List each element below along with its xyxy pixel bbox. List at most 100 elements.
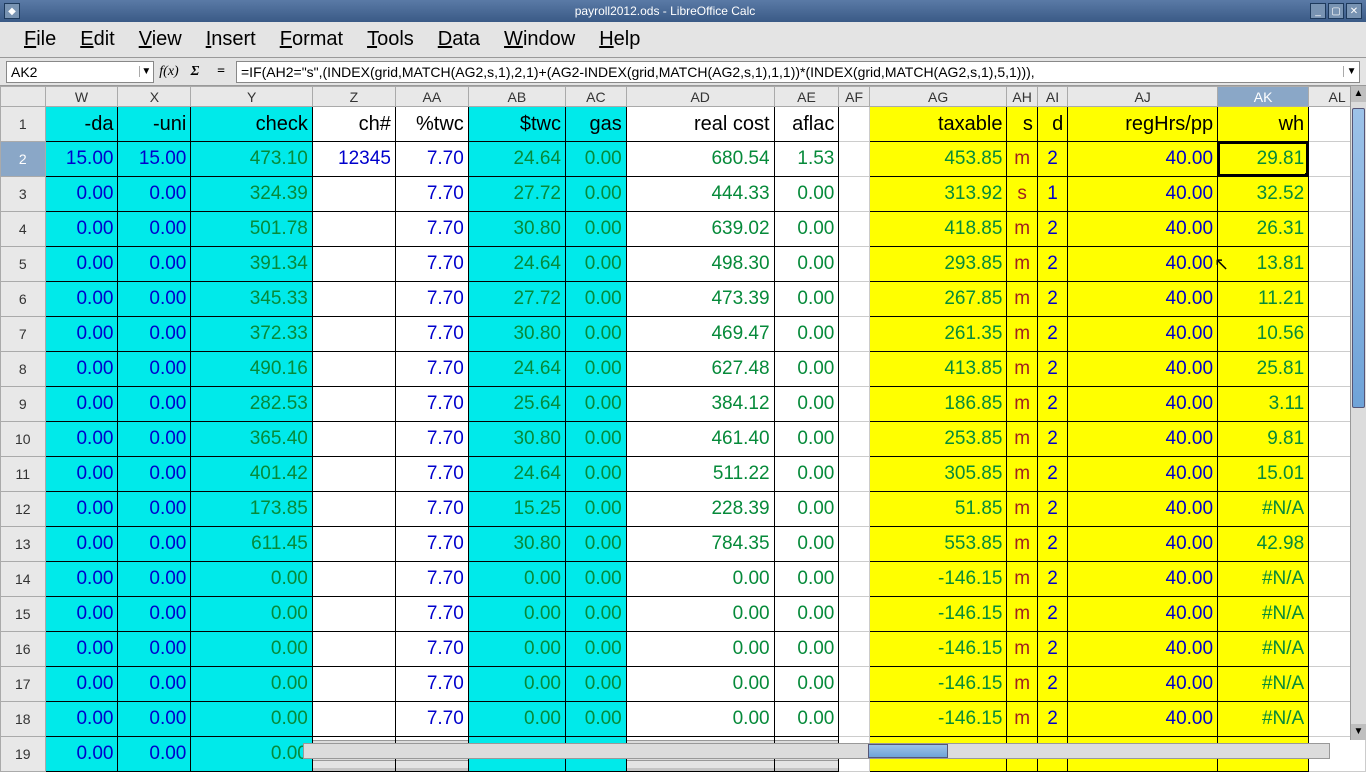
row-header-3[interactable]: 3 bbox=[1, 177, 46, 212]
cell-AG18[interactable]: -146.15 bbox=[869, 702, 1007, 737]
cell-AF9[interactable] bbox=[839, 387, 869, 422]
row-header-15[interactable]: 15 bbox=[1, 597, 46, 632]
header-cell-AI[interactable]: d bbox=[1037, 107, 1067, 142]
vertical-scrollbar[interactable]: ▲ ▼ bbox=[1350, 86, 1366, 740]
cell-AB12[interactable]: 15.25 bbox=[468, 492, 565, 527]
cell-AG14[interactable]: -146.15 bbox=[869, 562, 1007, 597]
cell-AE6[interactable]: 0.00 bbox=[774, 282, 839, 317]
formula-expand-icon[interactable]: ▼ bbox=[1343, 66, 1359, 77]
cell-Z8[interactable] bbox=[312, 352, 395, 387]
cell-AH12[interactable]: m bbox=[1007, 492, 1037, 527]
cell-AG4[interactable]: 418.85 bbox=[869, 212, 1007, 247]
cell-AF7[interactable] bbox=[839, 317, 869, 352]
cell-W6[interactable]: 0.00 bbox=[45, 282, 118, 317]
cell-AD3[interactable]: 444.33 bbox=[626, 177, 774, 212]
cell-AC5[interactable]: 0.00 bbox=[566, 247, 627, 282]
vertical-scroll-thumb[interactable] bbox=[1352, 108, 1365, 408]
cell-X9[interactable]: 0.00 bbox=[118, 387, 191, 422]
cell-AG8[interactable]: 413.85 bbox=[869, 352, 1007, 387]
cell-Z11[interactable] bbox=[312, 457, 395, 492]
cell-AJ9[interactable]: 40.00 bbox=[1068, 387, 1218, 422]
cell-W3[interactable]: 0.00 bbox=[45, 177, 118, 212]
cell-AI2[interactable]: 2 bbox=[1037, 142, 1067, 177]
cell-AC13[interactable]: 0.00 bbox=[566, 527, 627, 562]
cell-AK17[interactable]: #N/A bbox=[1218, 667, 1309, 702]
cell-AB5[interactable]: 24.64 bbox=[468, 247, 565, 282]
cell-AC2[interactable]: 0.00 bbox=[566, 142, 627, 177]
cell-AJ16[interactable]: 40.00 bbox=[1068, 632, 1218, 667]
cell-AH8[interactable]: m bbox=[1007, 352, 1037, 387]
col-header-AF[interactable]: AF bbox=[839, 87, 869, 107]
cell-AG15[interactable]: -146.15 bbox=[869, 597, 1007, 632]
cell-AI4[interactable]: 2 bbox=[1037, 212, 1067, 247]
cell-AG7[interactable]: 261.35 bbox=[869, 317, 1007, 352]
cell-AJ2[interactable]: 40.00 bbox=[1068, 142, 1218, 177]
cell-AC15[interactable]: 0.00 bbox=[566, 597, 627, 632]
cell-Y15[interactable]: 0.00 bbox=[191, 597, 313, 632]
row-header-18[interactable]: 18 bbox=[1, 702, 46, 737]
cell-Y7[interactable]: 372.33 bbox=[191, 317, 313, 352]
cell-AG11[interactable]: 305.85 bbox=[869, 457, 1007, 492]
maximize-button[interactable]: ▢ bbox=[1328, 3, 1344, 19]
cell-AH13[interactable]: m bbox=[1007, 527, 1037, 562]
col-header-AD[interactable]: AD bbox=[626, 87, 774, 107]
header-cell-AG[interactable]: taxable bbox=[869, 107, 1007, 142]
cell-AE2[interactable]: 1.53 bbox=[774, 142, 839, 177]
cell-AD16[interactable]: 0.00 bbox=[626, 632, 774, 667]
cell-AF16[interactable] bbox=[839, 632, 869, 667]
cell-AI18[interactable]: 2 bbox=[1037, 702, 1067, 737]
cell-AH10[interactable]: m bbox=[1007, 422, 1037, 457]
cell-AC8[interactable]: 0.00 bbox=[566, 352, 627, 387]
cell-AD9[interactable]: 384.12 bbox=[626, 387, 774, 422]
cell-AK12[interactable]: #N/A bbox=[1218, 492, 1309, 527]
cell-AA2[interactable]: 7.70 bbox=[395, 142, 468, 177]
cell-Z13[interactable] bbox=[312, 527, 395, 562]
cell-Z16[interactable] bbox=[312, 632, 395, 667]
cell-Z15[interactable] bbox=[312, 597, 395, 632]
cell-W11[interactable]: 0.00 bbox=[45, 457, 118, 492]
cell-AG17[interactable]: -146.15 bbox=[869, 667, 1007, 702]
cell-AH6[interactable]: m bbox=[1007, 282, 1037, 317]
cell-AI8[interactable]: 2 bbox=[1037, 352, 1067, 387]
formula-input-wrap[interactable]: ▼ bbox=[236, 61, 1360, 83]
cell-AK8[interactable]: 25.81 bbox=[1218, 352, 1309, 387]
cell-AK4[interactable]: 26.31 bbox=[1218, 212, 1309, 247]
sum-icon[interactable]: Σ bbox=[184, 61, 206, 83]
cell-AA17[interactable]: 7.70 bbox=[395, 667, 468, 702]
cell-Z7[interactable] bbox=[312, 317, 395, 352]
col-header-Y[interactable]: Y bbox=[191, 87, 313, 107]
cell-Y14[interactable]: 0.00 bbox=[191, 562, 313, 597]
cell-AK7[interactable]: 10.56 bbox=[1218, 317, 1309, 352]
cell-AG16[interactable]: -146.15 bbox=[869, 632, 1007, 667]
cell-AA11[interactable]: 7.70 bbox=[395, 457, 468, 492]
cell-Y4[interactable]: 501.78 bbox=[191, 212, 313, 247]
cell-AD12[interactable]: 228.39 bbox=[626, 492, 774, 527]
cell-AG13[interactable]: 553.85 bbox=[869, 527, 1007, 562]
cell-AH18[interactable]: m bbox=[1007, 702, 1037, 737]
function-wizard-icon[interactable]: f(x) bbox=[158, 61, 180, 83]
cell-Z18[interactable] bbox=[312, 702, 395, 737]
cell-AB11[interactable]: 24.64 bbox=[468, 457, 565, 492]
cell-AB9[interactable]: 25.64 bbox=[468, 387, 565, 422]
cell-Y19[interactable]: 0.00 bbox=[191, 737, 313, 772]
cell-AI3[interactable]: 1 bbox=[1037, 177, 1067, 212]
cell-AC9[interactable]: 0.00 bbox=[566, 387, 627, 422]
row-header-5[interactable]: 5 bbox=[1, 247, 46, 282]
cell-AB8[interactable]: 24.64 bbox=[468, 352, 565, 387]
menu-tools[interactable]: Tools bbox=[355, 24, 426, 55]
header-cell-Z[interactable]: ch# bbox=[312, 107, 395, 142]
cell-AD11[interactable]: 511.22 bbox=[626, 457, 774, 492]
cell-AB16[interactable]: 0.00 bbox=[468, 632, 565, 667]
cell-W18[interactable]: 0.00 bbox=[45, 702, 118, 737]
cell-AE10[interactable]: 0.00 bbox=[774, 422, 839, 457]
cell-AE15[interactable]: 0.00 bbox=[774, 597, 839, 632]
cell-AF8[interactable] bbox=[839, 352, 869, 387]
row-header-11[interactable]: 11 bbox=[1, 457, 46, 492]
cell-X10[interactable]: 0.00 bbox=[118, 422, 191, 457]
cell-AF15[interactable] bbox=[839, 597, 869, 632]
cell-AA13[interactable]: 7.70 bbox=[395, 527, 468, 562]
cell-AE13[interactable]: 0.00 bbox=[774, 527, 839, 562]
cell-AA9[interactable]: 7.70 bbox=[395, 387, 468, 422]
cell-AD13[interactable]: 784.35 bbox=[626, 527, 774, 562]
cell-AF5[interactable] bbox=[839, 247, 869, 282]
